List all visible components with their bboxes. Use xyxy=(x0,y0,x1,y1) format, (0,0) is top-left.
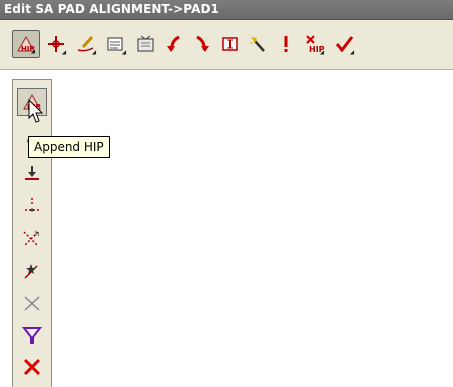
split-point-icon xyxy=(25,198,39,212)
canvas-area xyxy=(0,70,453,387)
main-toolbar: HIP HIP xyxy=(0,20,453,70)
delete-x-icon xyxy=(23,358,41,376)
wand-button[interactable] xyxy=(244,30,272,58)
accept-button[interactable] xyxy=(330,30,358,58)
arrow-curve-left-icon xyxy=(167,35,180,52)
move-button[interactable] xyxy=(42,30,70,58)
delete-hip-button[interactable]: HIP xyxy=(300,30,328,58)
star-line-button[interactable] xyxy=(17,257,47,285)
list-edit-button[interactable] xyxy=(102,30,130,58)
pencil-button[interactable] xyxy=(72,30,100,58)
insert-down-icon xyxy=(25,166,39,180)
arrow-curve-right-icon xyxy=(196,35,209,52)
filter-icon xyxy=(21,327,43,344)
mouse-cursor-icon xyxy=(28,99,44,123)
filter-button[interactable] xyxy=(17,321,47,349)
title-bar: Edit SA PAD ALIGNMENT->PAD1 xyxy=(0,0,453,20)
info-button[interactable] xyxy=(216,30,244,58)
hip-flyout-panel: HIP h xyxy=(12,79,52,387)
star-line-icon xyxy=(24,264,38,279)
undo-curve-button[interactable] xyxy=(160,30,188,58)
tv-screen-icon xyxy=(137,35,154,52)
i-beam-icon xyxy=(222,37,238,51)
redo-curve-button[interactable] xyxy=(188,30,216,58)
split-hip-button[interactable] xyxy=(17,191,47,219)
exclamation-icon xyxy=(284,36,288,52)
wand-icon xyxy=(250,37,265,52)
window-title: Edit SA PAD ALIGNMENT->PAD1 xyxy=(4,2,219,16)
warning-button[interactable] xyxy=(272,30,300,58)
svg-text:h: h xyxy=(35,230,39,238)
delete-button[interactable] xyxy=(17,353,47,381)
screen-button[interactable] xyxy=(132,30,160,58)
intersect-icon: h xyxy=(23,230,39,247)
cross-line-icon xyxy=(24,296,40,311)
intersect-button[interactable]: h xyxy=(17,224,47,252)
insert-hip-button[interactable] xyxy=(17,159,47,187)
cross-line-button[interactable] xyxy=(17,289,47,317)
hip-edit-button[interactable]: HIP xyxy=(12,30,40,58)
tooltip: Append HIP xyxy=(28,136,110,158)
